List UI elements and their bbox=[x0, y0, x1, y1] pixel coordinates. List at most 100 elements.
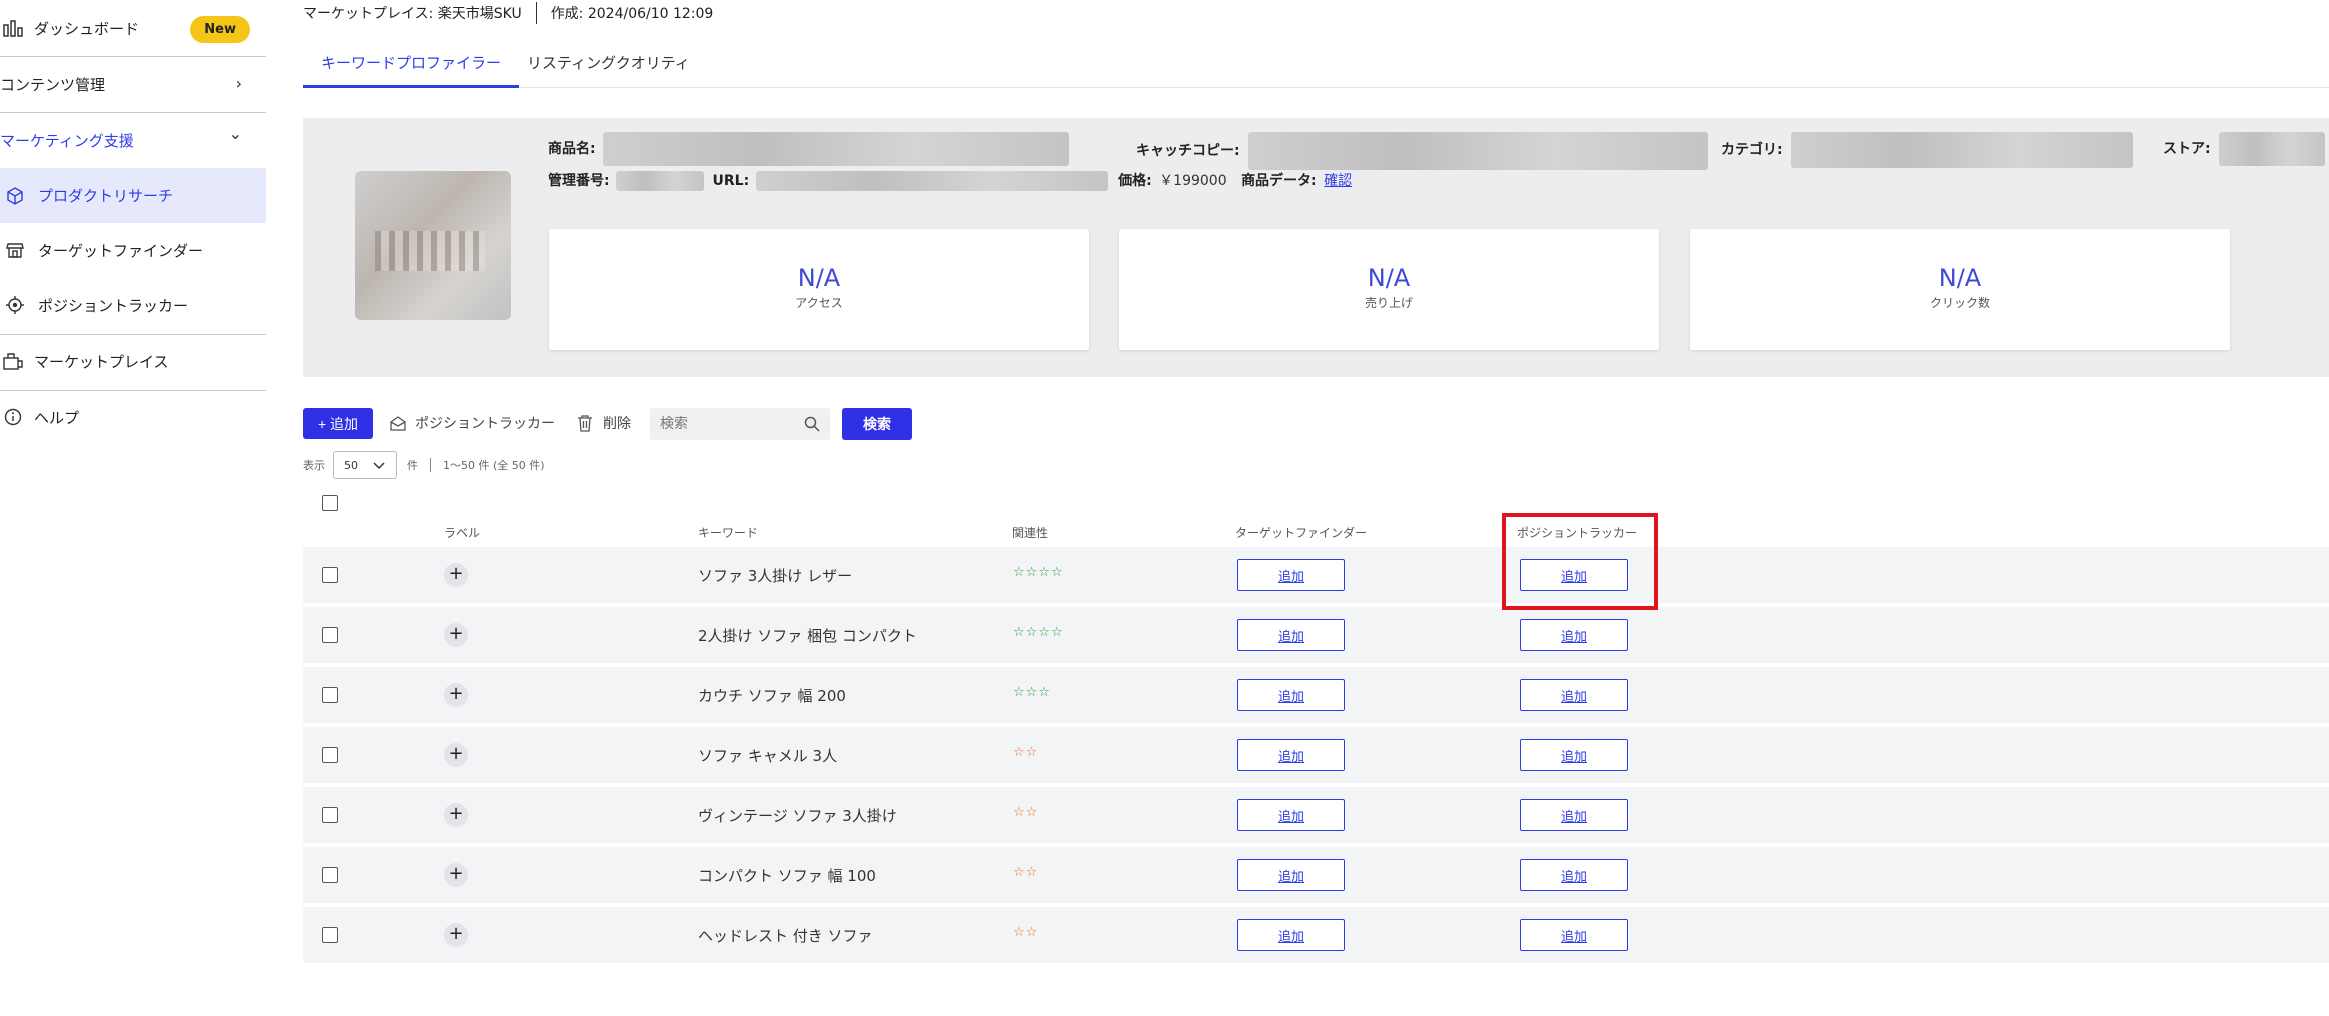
stat-card-clicks: N/A クリック数 bbox=[1690, 229, 2230, 350]
product-panel: 商品名: キャッチコピー: カテゴリ: ストア: 管理番号: URL: 価格: … bbox=[303, 118, 2329, 377]
relevance-stars: ☆☆ bbox=[1013, 745, 1039, 760]
tab-bar: キーワードプロファイラー リスティングクオリティ bbox=[303, 45, 2329, 88]
divider bbox=[0, 112, 266, 113]
tab-listing-quality[interactable]: リスティングクオリティ bbox=[509, 45, 708, 88]
sidebar-item-marketplace[interactable]: マーケットプレイス bbox=[0, 342, 266, 380]
product-image bbox=[355, 171, 511, 320]
position-tracker-add-button[interactable]: 追加 bbox=[1520, 619, 1628, 651]
target-finder-add-button[interactable]: 追加 bbox=[1237, 799, 1345, 831]
add-label-button[interactable]: + bbox=[444, 683, 468, 707]
target-finder-add-button[interactable]: 追加 bbox=[1237, 619, 1345, 651]
category-label: カテゴリ: bbox=[1721, 142, 1783, 158]
relevance-stars: ☆☆☆☆ bbox=[1013, 625, 1064, 640]
stat-label: アクセス bbox=[795, 296, 843, 310]
row-checkbox[interactable] bbox=[322, 867, 338, 883]
keyword-text: 2人掛け ソファ 梱包 コンパクト bbox=[698, 627, 917, 645]
add-label-button[interactable]: + bbox=[444, 923, 468, 947]
keyword-text: カウチ ソファ 幅 200 bbox=[698, 687, 846, 705]
product-name-field: 商品名: bbox=[548, 132, 1070, 166]
add-label-button[interactable]: + bbox=[444, 743, 468, 767]
redacted-url[interactable] bbox=[755, 171, 1108, 191]
row-checkbox[interactable] bbox=[322, 627, 338, 643]
relevance-stars: ☆☆ bbox=[1013, 805, 1039, 820]
tab-keyword-profiler[interactable]: キーワードプロファイラー bbox=[303, 45, 520, 88]
redacted-category bbox=[1791, 132, 2134, 168]
position-tracker-add-button[interactable]: 追加 bbox=[1520, 679, 1628, 711]
price-label: 価格: bbox=[1118, 173, 1152, 189]
select-all-checkbox[interactable] bbox=[322, 495, 338, 511]
range-label: 1～50 件 (全 50 件) bbox=[443, 459, 545, 472]
bar-chart-icon bbox=[2, 17, 24, 39]
category-field: カテゴリ: bbox=[1721, 132, 2134, 168]
cube-icon bbox=[4, 185, 26, 207]
search-button[interactable]: 検索 bbox=[842, 408, 912, 440]
target-finder-add-button[interactable]: 追加 bbox=[1237, 919, 1345, 951]
position-tracker-add-button[interactable]: 追加 bbox=[1520, 859, 1628, 891]
sidebar-item-label: ヘルプ bbox=[34, 408, 80, 427]
position-tracker-add-button[interactable]: 追加 bbox=[1520, 559, 1628, 591]
sidebar-item-help[interactable]: ヘルプ bbox=[0, 398, 266, 436]
table-row: + カウチ ソファ 幅 200 ☆☆☆ 追加 追加 bbox=[303, 667, 2329, 723]
search-input[interactable] bbox=[660, 413, 800, 435]
store-icon bbox=[4, 239, 26, 261]
add-button[interactable]: + 追加 bbox=[303, 408, 373, 439]
chevron-down-icon bbox=[372, 458, 386, 472]
table-row: + ヘッドレスト 付き ソファ ☆☆ 追加 追加 bbox=[303, 907, 2329, 963]
price-value: ￥199000 bbox=[1159, 173, 1227, 189]
row-checkbox[interactable] bbox=[322, 927, 338, 943]
column-header-keyword: キーワード bbox=[698, 526, 759, 540]
sidebar-item-product-research[interactable]: プロダクトリサーチ bbox=[0, 168, 266, 223]
row-checkbox[interactable] bbox=[322, 687, 338, 703]
position-tracker-add-button[interactable]: 追加 bbox=[1520, 739, 1628, 771]
trash-icon bbox=[577, 414, 595, 432]
sidebar-item-target-finder[interactable]: ターゲットファインダー bbox=[0, 232, 266, 268]
stat-card-access: N/A アクセス bbox=[549, 229, 1089, 350]
target-finder-add-button[interactable]: 追加 bbox=[1237, 739, 1345, 771]
row-checkbox[interactable] bbox=[322, 567, 338, 583]
sidebar-item-position-tracker[interactable]: ポジショントラッカー bbox=[0, 287, 266, 323]
header-info: マーケットプレイス: 楽天市場SKU 作成: 2024/06/10 12:09 bbox=[303, 2, 713, 24]
keyword-text: ソファ 3人掛け レザー bbox=[698, 567, 853, 585]
catch-copy-label: キャッチコピー: bbox=[1136, 143, 1240, 159]
chevron-down-icon: ⌄ bbox=[228, 124, 242, 143]
stat-value: N/A bbox=[1367, 264, 1411, 292]
sidebar-item-label: コンテンツ管理 bbox=[0, 75, 106, 94]
store-label: ストア: bbox=[2163, 141, 2211, 157]
sidebar-item-content[interactable]: コンテンツ管理 › bbox=[0, 66, 266, 102]
sidebar-item-label: ターゲットファインダー bbox=[38, 241, 204, 260]
target-finder-add-button[interactable]: 追加 bbox=[1237, 859, 1345, 891]
pagination: 表示 50 件 1～50 件 (全 50 件) bbox=[303, 451, 545, 479]
position-tracker-add-button[interactable]: 追加 bbox=[1520, 799, 1628, 831]
search-icon[interactable] bbox=[804, 416, 820, 432]
row-checkbox[interactable] bbox=[322, 807, 338, 823]
confirm-link[interactable]: 確認 bbox=[1324, 173, 1352, 189]
table-row: + コンパクト ソファ 幅 100 ☆☆ 追加 追加 bbox=[303, 847, 2329, 903]
add-label-button[interactable]: + bbox=[444, 803, 468, 827]
divider bbox=[0, 390, 266, 391]
divider bbox=[0, 56, 266, 57]
product-name-label: 商品名: bbox=[548, 141, 596, 157]
redacted-management-number bbox=[616, 171, 705, 191]
sidebar-item-marketing[interactable]: マーケティング支援 ⌄ bbox=[0, 122, 266, 158]
delete-label: 削除 bbox=[603, 416, 631, 432]
chevron-right-icon: › bbox=[235, 74, 242, 93]
position-tracker-add-button[interactable]: 追加 bbox=[1520, 919, 1628, 951]
marketplace-icon bbox=[2, 350, 24, 372]
stat-value: N/A bbox=[1938, 264, 1982, 292]
target-finder-add-button[interactable]: 追加 bbox=[1237, 559, 1345, 591]
delete-button[interactable]: 削除 bbox=[577, 412, 631, 434]
add-label-button[interactable]: + bbox=[444, 563, 468, 587]
redacted-catch-copy bbox=[1248, 132, 1709, 170]
add-label-button[interactable]: + bbox=[444, 863, 468, 887]
position-tracker-button[interactable]: ポジショントラッカー bbox=[389, 412, 555, 434]
redacted-store bbox=[2219, 132, 2326, 166]
target-finder-add-button[interactable]: 追加 bbox=[1237, 679, 1345, 711]
row-checkbox[interactable] bbox=[322, 747, 338, 763]
unit-label: 件 bbox=[407, 459, 418, 472]
divider bbox=[430, 458, 431, 472]
stat-label: 売り上げ bbox=[1364, 296, 1413, 310]
add-label-button[interactable]: + bbox=[444, 623, 468, 647]
per-page-select[interactable]: 50 bbox=[333, 451, 397, 479]
sidebar-item-dashboard[interactable]: ダッシュボード New bbox=[0, 10, 266, 46]
new-badge: New bbox=[190, 16, 250, 43]
